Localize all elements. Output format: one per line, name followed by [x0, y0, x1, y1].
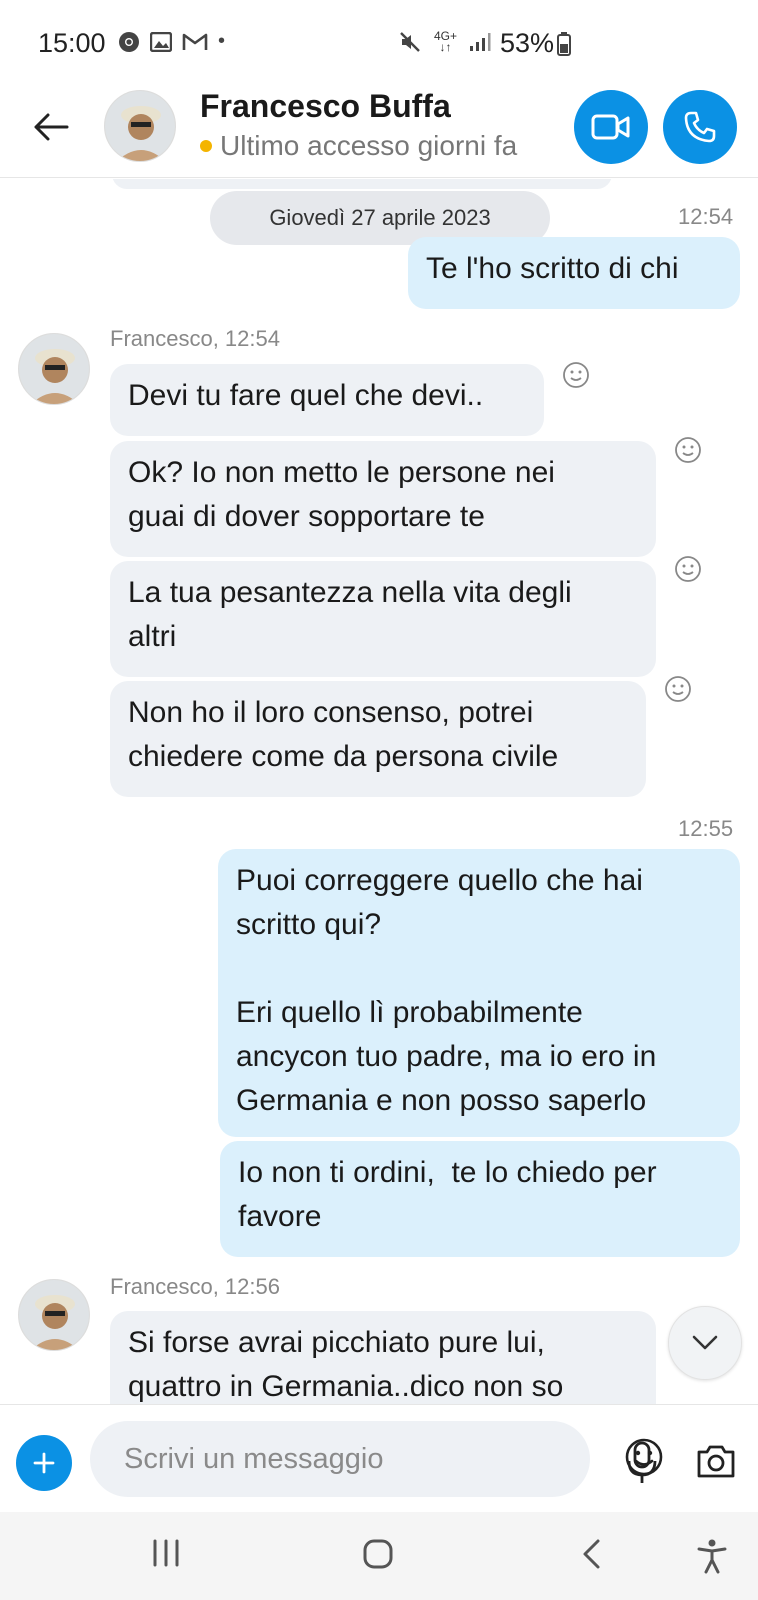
arrow-left-icon: [34, 113, 69, 141]
contact-avatar[interactable]: [104, 90, 176, 162]
battery-icon: [557, 31, 572, 56]
message-input[interactable]: [124, 1439, 504, 1479]
status-dot-icon: [200, 140, 212, 152]
chevron-left-icon: [583, 1539, 600, 1569]
previous-message-edge: [112, 179, 612, 189]
battery-level: 53%: [500, 28, 555, 58]
status-bar: 15:00 • 4G+ ↓↑ 53%: [0, 0, 758, 80]
chat-header: Francesco Buffa Ultimo accesso giorni fa: [0, 80, 758, 178]
person-photo-icon: [19, 1280, 89, 1350]
reaction-smiley-icon[interactable]: [562, 361, 590, 389]
system-back-button[interactable]: [580, 1538, 602, 1570]
gallery-icon: [150, 31, 172, 52]
contact-status-text: Ultimo accesso giorni fa: [220, 130, 518, 161]
contact-name: Francesco Buffa: [200, 88, 451, 124]
gmail-icon: [182, 33, 208, 50]
message-time: 12:55: [678, 816, 734, 841]
microphone-icon[interactable]: [624, 1441, 660, 1485]
incoming-message[interactable]: La tua pesantezza nella vita degli altri: [110, 561, 656, 677]
message-list[interactable]: Giovedì 27 aprile 2023 12:54 Te l'ho scr…: [0, 179, 758, 1404]
chevron-down-icon: [692, 1335, 718, 1350]
reaction-smiley-icon[interactable]: [674, 555, 702, 583]
message-input-box[interactable]: [90, 1421, 663, 1497]
outgoing-message[interactable]: Io non ti ordini, te lo chiedo per favor…: [220, 1141, 740, 1257]
reaction-smiley-icon[interactable]: [664, 675, 692, 703]
person-photo-icon: [105, 91, 175, 161]
audio-call-button[interactable]: [663, 90, 737, 164]
home-icon: [363, 1539, 393, 1569]
recent-apps-button[interactable]: [150, 1538, 182, 1568]
outgoing-message[interactable]: Puoi correggere quello che hai scritto q…: [218, 849, 740, 1137]
phone-icon: [684, 111, 716, 143]
scroll-to-bottom-button[interactable]: [668, 1306, 742, 1380]
incoming-message[interactable]: Si forse avrai picchiato pure lui, quatt…: [110, 1311, 656, 1404]
sender-label: Francesco, 12:56: [110, 1274, 280, 1299]
outgoing-message[interactable]: Te l'ho scritto di chi: [408, 237, 740, 309]
accessibility-icon: [697, 1539, 727, 1574]
network-label: 4G+: [434, 29, 458, 43]
recent-apps-icon: [153, 1539, 179, 1567]
incoming-message[interactable]: Ok? Io non metto le persone nei guai di …: [110, 441, 656, 557]
incoming-message[interactable]: Non ho il loro consenso, potrei chiedere…: [110, 681, 646, 797]
person-photo-icon: [19, 334, 89, 404]
system-navigation-bar: [0, 1512, 758, 1600]
network-4g-icon: 4G+ ↓↑: [434, 29, 458, 54]
notification-dot: •: [218, 30, 226, 52]
chrome-icon: [119, 31, 139, 52]
sender-label: Francesco, 12:54: [110, 326, 280, 351]
incoming-message[interactable]: Devi tu fare quel che devi..: [110, 364, 544, 436]
message-time: 12:54: [678, 204, 734, 229]
sender-avatar[interactable]: [18, 333, 90, 405]
signal-icon: [470, 33, 491, 51]
contact-status: Ultimo accesso giorni fa: [200, 130, 517, 162]
mute-icon: [400, 32, 420, 52]
reaction-smiley-icon[interactable]: [674, 436, 702, 464]
sender-avatar[interactable]: [18, 1279, 90, 1351]
video-call-button[interactable]: [574, 90, 648, 164]
video-camera-icon: [591, 114, 630, 140]
home-button[interactable]: [362, 1538, 394, 1570]
message-composer: [0, 1404, 758, 1512]
plus-icon: [33, 1452, 55, 1474]
accessibility-button[interactable]: [696, 1538, 728, 1574]
status-time: 15:00: [38, 28, 106, 58]
back-button[interactable]: [28, 104, 74, 150]
camera-icon[interactable]: [696, 1443, 736, 1479]
add-attachment-button[interactable]: [16, 1435, 72, 1491]
